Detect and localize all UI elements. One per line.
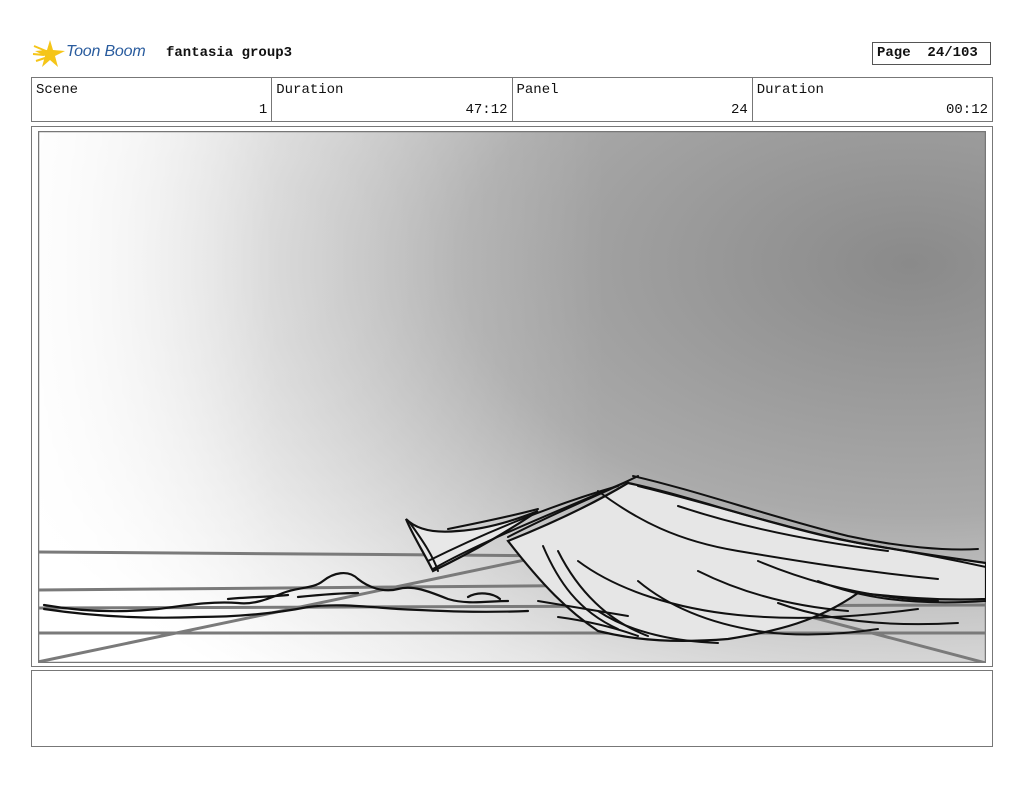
panel-duration-value: 00:12 (945, 102, 988, 118)
toon-boom-logo: Toon Boom (32, 36, 156, 70)
scene-duration-cell: Duration 47:12 (272, 78, 513, 121)
page-label: Page (877, 45, 911, 61)
scene-value: 1 (258, 102, 268, 118)
scene-duration-value: 47:12 (465, 102, 508, 118)
panel-label: Panel (516, 82, 559, 98)
info-row: Scene 1 Duration 47:12 Panel 24 Duration… (31, 77, 993, 122)
panel-duration-cell: Duration 00:12 (753, 78, 992, 121)
page-indicator: Page 24/103 (872, 42, 991, 65)
scene-cell: Scene 1 (32, 78, 273, 121)
panel-sketch (38, 131, 986, 663)
scene-label: Scene (36, 82, 79, 98)
logo-text: Toon Boom (66, 43, 146, 60)
scene-duration-label: Duration (276, 82, 344, 98)
project-title: fantasia group3 (166, 45, 293, 61)
storyboard-panel (31, 126, 993, 667)
panel-cell: Panel 24 (513, 78, 753, 121)
panel-duration-label: Duration (756, 82, 824, 98)
page-number: 24/103 (927, 45, 978, 61)
starburst-icon (32, 40, 65, 67)
panel-value: 24 (730, 102, 748, 118)
panel-notes[interactable] (31, 670, 993, 747)
